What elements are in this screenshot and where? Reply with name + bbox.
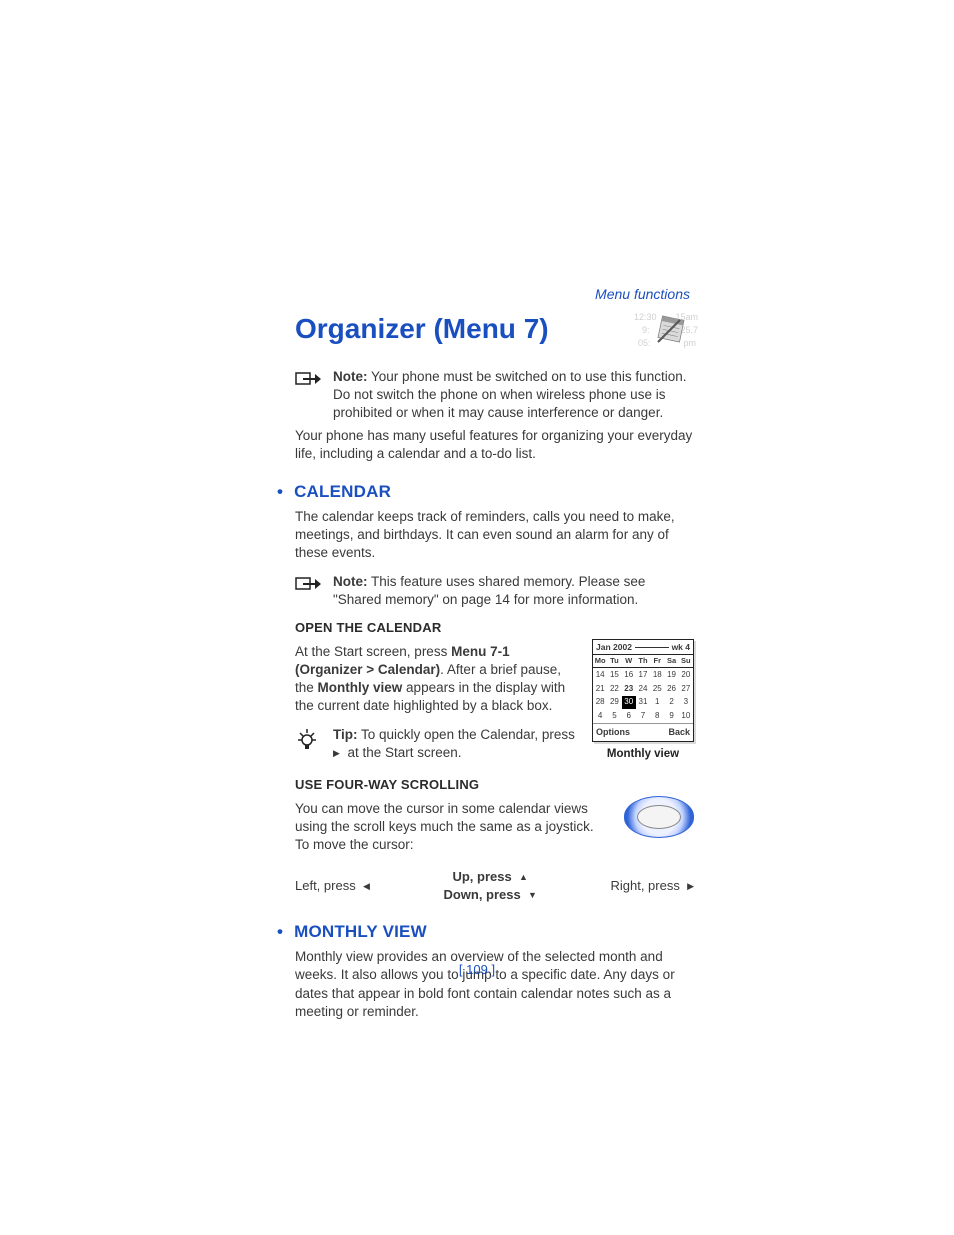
right-triangle-icon: ▶ xyxy=(333,748,340,758)
monthly-view-figure: Jan 2002 wk 4 MoTuWThFrSaSu 141516171819… xyxy=(592,639,694,762)
note-text-2: Note: This feature uses shared memory. P… xyxy=(333,573,694,609)
running-header: Menu functions xyxy=(595,285,690,304)
left-triangle-icon: ◀ xyxy=(363,881,370,891)
tip-lightbulb-icon xyxy=(295,728,323,762)
screen-week: wk 4 xyxy=(672,642,690,653)
note-arrow-icon xyxy=(295,575,323,609)
tip-text: Tip: To quickly open the Calendar, press… xyxy=(333,726,575,762)
intro-paragraph: Your phone has many useful features for … xyxy=(295,427,694,463)
joystick-icon xyxy=(624,796,694,838)
page-number: [ 109 ] xyxy=(0,961,954,979)
calendar-day-headers: MoTuWThFrSaSu xyxy=(593,654,693,668)
dir-down: Down, press ▼ xyxy=(443,886,536,904)
scrolling-block: You can move the cursor in some calendar… xyxy=(295,796,694,861)
softkey-right: Back xyxy=(668,726,690,738)
dir-left: Left, press ◀ xyxy=(295,877,370,895)
monthly-view-text: Monthly view provides an overview of the… xyxy=(295,948,694,1021)
calendar-intro: The calendar keeps track of reminders, c… xyxy=(295,508,694,563)
scrolling-heading: USE FOUR-WAY SCROLLING xyxy=(295,776,694,794)
dir-up: Up, press ▲ xyxy=(443,868,536,886)
open-calendar-block: At the Start screen, press Menu 7-1 (Org… xyxy=(295,639,694,766)
softkey-left: Options xyxy=(596,726,630,738)
direction-row: Left, press ◀ Up, press ▲ Down, press ▼ … xyxy=(295,868,694,903)
note-arrow-icon xyxy=(295,370,323,423)
page-title: Organizer (Menu 7) xyxy=(295,310,549,348)
down-triangle-icon: ▼ xyxy=(528,890,537,900)
notepad-svg xyxy=(654,312,688,346)
title-row: Organizer (Menu 7) 12:30 15am 9: 25.7 05… xyxy=(295,310,694,358)
calendar-section: CALENDAR The calendar keeps track of rem… xyxy=(295,481,694,903)
tip-block: Tip: To quickly open the Calendar, press… xyxy=(295,726,578,762)
up-triangle-icon: ▲ xyxy=(519,872,528,882)
manual-page: Menu functions Organizer (Menu 7) 12:30 … xyxy=(0,0,954,1235)
open-calendar-text: At the Start screen, press Menu 7-1 (Org… xyxy=(295,643,578,716)
monthly-view-heading: MONTHLY VIEW xyxy=(295,921,694,944)
calendar-grid: 1415161718192021222324252627282930311234… xyxy=(593,668,693,723)
note-text: Note: Your phone must be switched on to … xyxy=(333,368,694,423)
screen-month: Jan 2002 xyxy=(596,642,632,653)
scrolling-text: You can move the cursor in some calendar… xyxy=(295,800,610,855)
organizer-notepad-icon: 12:30 15am 9: 25.7 05: pm xyxy=(636,310,696,358)
dir-right: Right, press ▶ xyxy=(610,877,694,895)
note-block-2: Note: This feature uses shared memory. P… xyxy=(295,573,694,609)
open-calendar-heading: OPEN THE CALENDAR xyxy=(295,619,694,637)
right-triangle-icon: ▶ xyxy=(687,881,694,891)
figure-caption: Monthly view xyxy=(592,747,694,763)
note-block-1: Note: Your phone must be switched on to … xyxy=(295,368,694,423)
calendar-heading: CALENDAR xyxy=(295,481,694,504)
